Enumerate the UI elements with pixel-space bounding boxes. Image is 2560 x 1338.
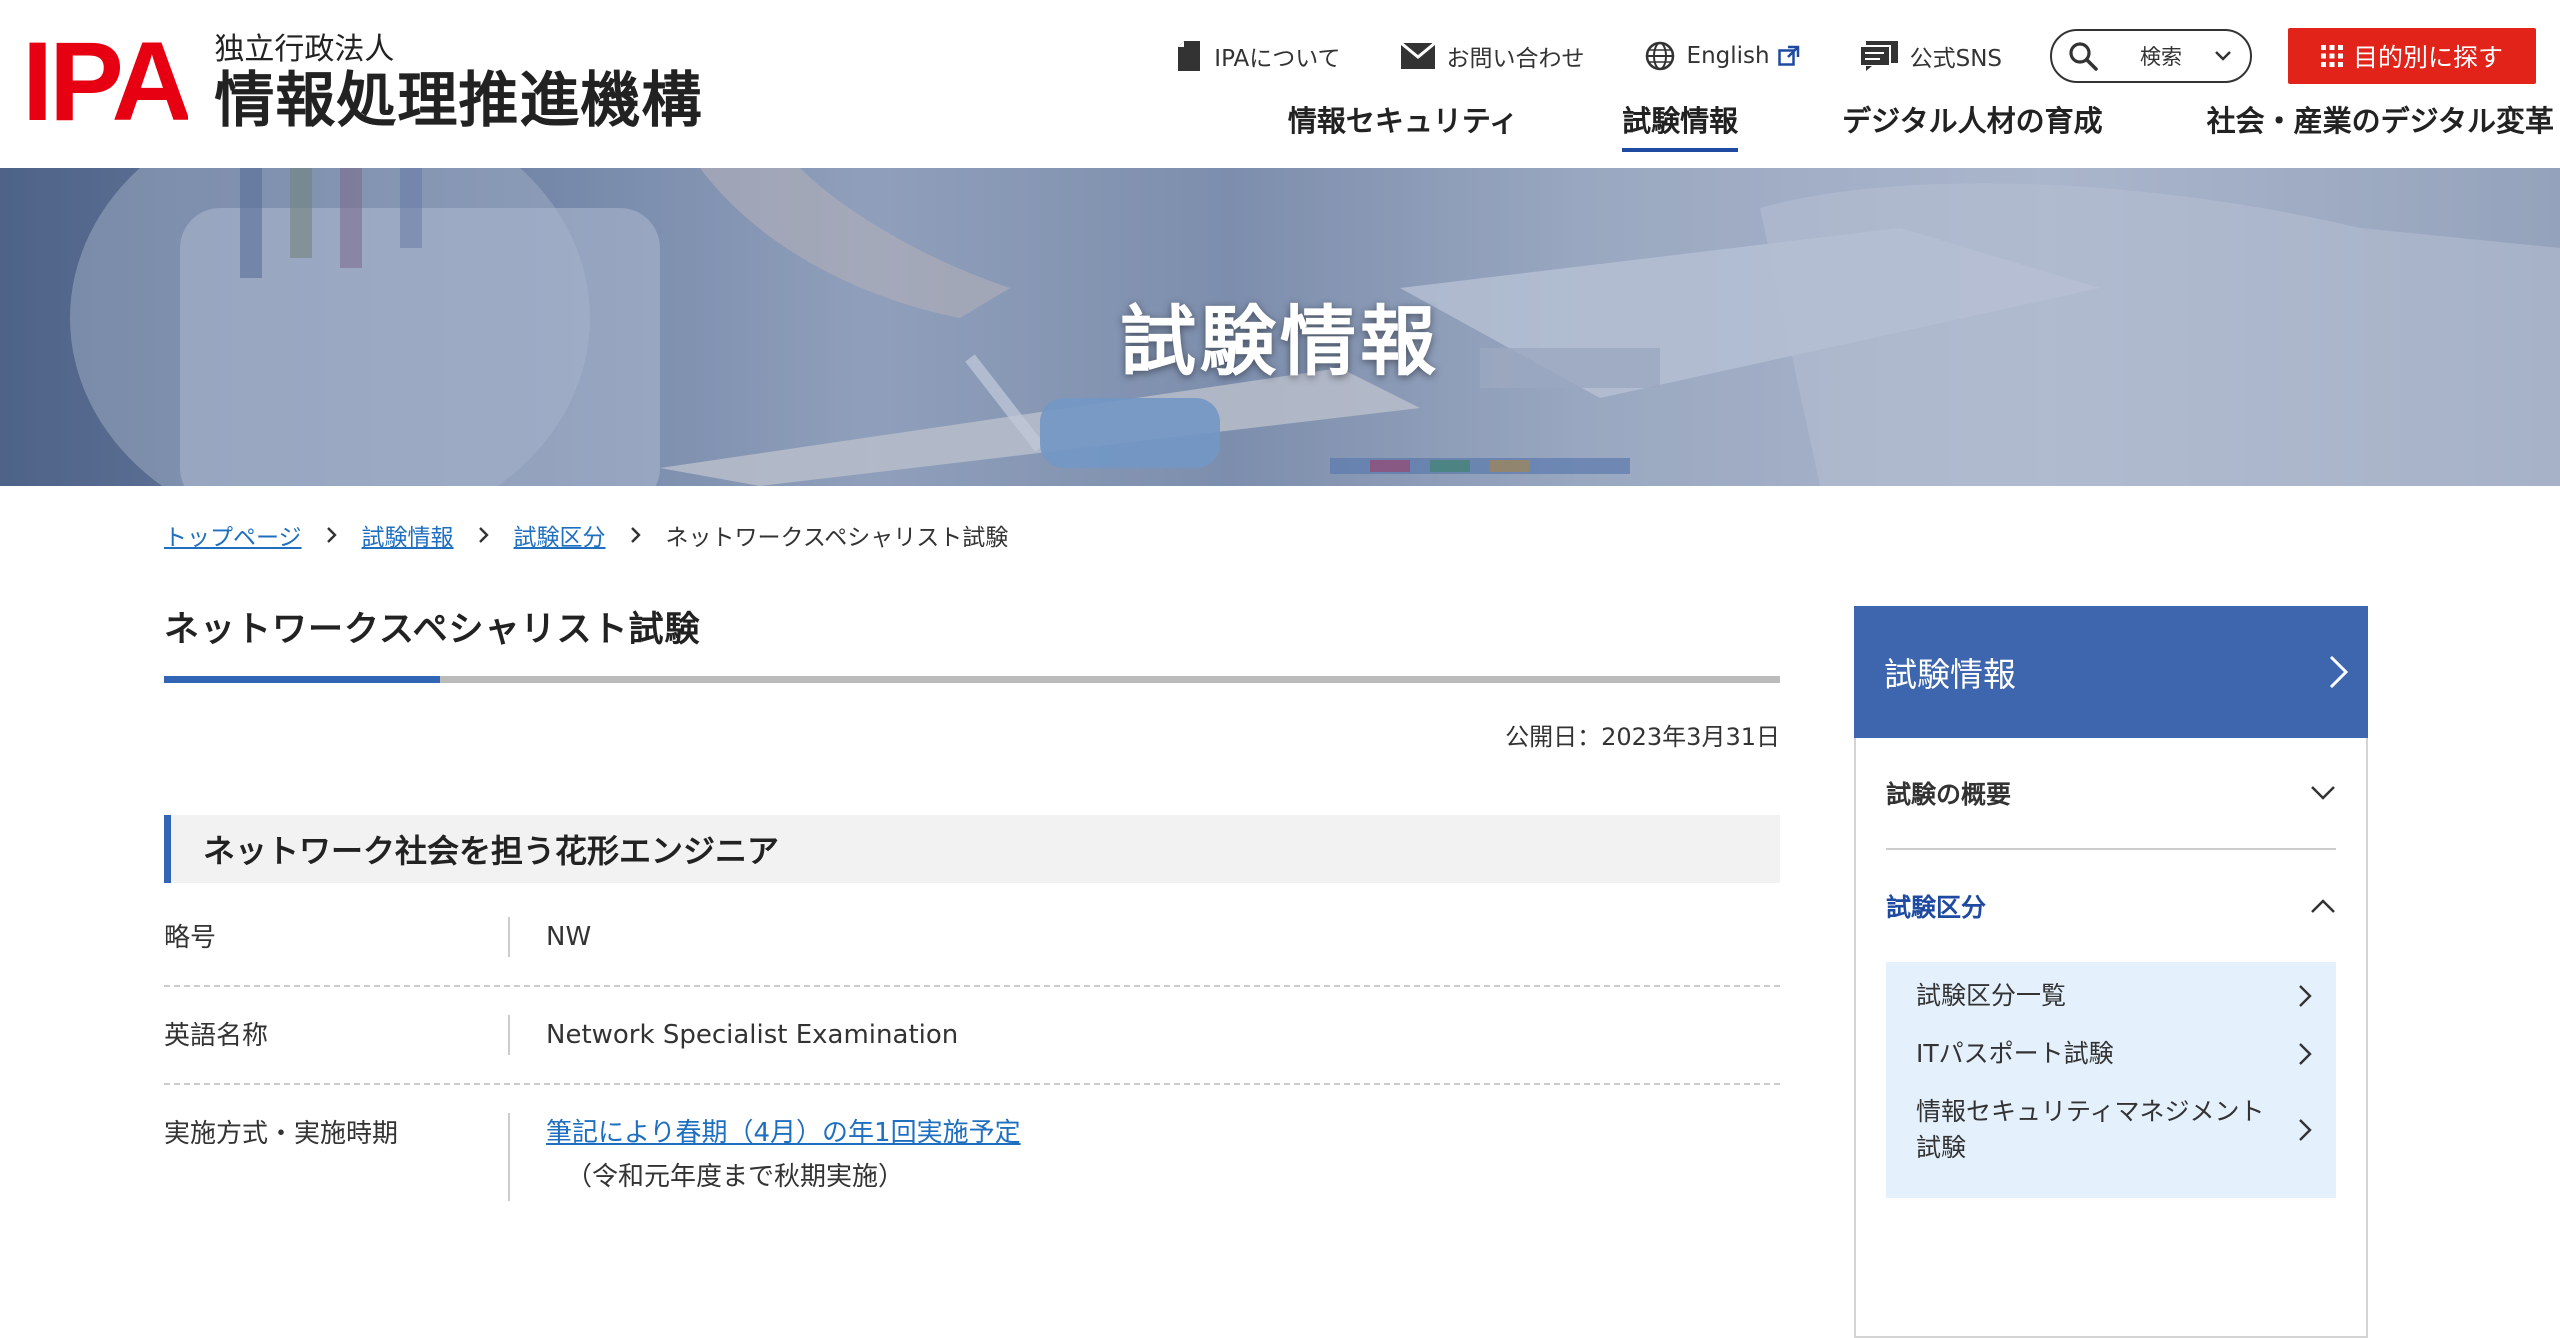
breadcrumb: トップページ 試験情報 試験区分 ネットワークスペシャリスト試験 xyxy=(164,518,1008,552)
main-content: ネットワークスペシャリスト試験 公開日：2023年3月31日 ネットワーク社会を… xyxy=(164,600,1780,1201)
sidebar-submenu: 試験区分一覧 ITパスポート試験 情報セキュリティマネジメント試験 xyxy=(1886,962,2336,1198)
chevron-right-icon xyxy=(326,526,338,544)
chevron-right-icon xyxy=(478,526,490,544)
util-link-label: IPAについて xyxy=(1214,46,1341,72)
sidebar-heading-link[interactable]: 試験情報 xyxy=(1854,606,2368,738)
chevron-down-icon xyxy=(2311,786,2335,800)
chevron-right-icon xyxy=(630,526,642,544)
breadcrumb-link-category[interactable]: 試験区分 xyxy=(514,518,606,552)
sidebar-item-security-management[interactable]: 情報セキュリティマネジメント試験 xyxy=(1886,1094,2336,1166)
document-icon xyxy=(1178,41,1201,71)
util-link-label: 公式SNS xyxy=(1909,46,2002,72)
sidebar-heading-label: 試験情報 xyxy=(1884,655,2016,694)
logo-title: 情報処理推進機構 xyxy=(214,66,703,136)
util-link-label: English xyxy=(1686,43,1770,69)
title-underline xyxy=(164,676,1780,683)
gnav-item-digital-transformation[interactable]: 社会・産業のデジタル変革 xyxy=(2207,98,2554,152)
logo-subtitle: 独立行政法人 xyxy=(214,32,395,67)
sidebar-item-label: ITパスポート試験 xyxy=(1916,1039,2114,1068)
sidebar-body: 試験の概要 試験区分 試験区分一覧 ITパスポート試験 情報セキュリティマネジメ… xyxy=(1854,738,2368,1338)
chevron-up-icon xyxy=(2311,899,2335,913)
gnav-item-digital-talent[interactable]: デジタル人材の育成 xyxy=(1842,98,2102,152)
util-link-english[interactable]: English xyxy=(1645,41,1800,71)
accordion-label: 試験区分 xyxy=(1886,893,1987,922)
search-label: 検索 xyxy=(2140,45,2182,69)
row-label: 英語名称 xyxy=(164,1021,269,1051)
logo-mark: IPA xyxy=(22,34,189,130)
gnav-item-security[interactable]: 情報セキュリティ xyxy=(1288,98,1518,152)
page-title: ネットワークスペシャリスト試験 xyxy=(164,610,701,650)
grid-icon xyxy=(2320,45,2343,67)
util-link-about[interactable]: IPAについて xyxy=(1176,39,1341,73)
external-link-icon xyxy=(1777,45,1799,66)
chevron-right-icon xyxy=(2299,1043,2312,1065)
util-link-label: お問い合わせ xyxy=(1446,46,1585,72)
sidebar-accordion-categories[interactable]: 試験区分 xyxy=(1886,850,2336,962)
site-header: IPA 独立行政法人 情報処理推進機構 IPAについて お問い合わせ Engli… xyxy=(0,0,2560,168)
sidebar-item-label: 情報セキュリティマネジメント試験 xyxy=(1916,1097,2265,1162)
table-row: 英語名称 Network Specialist Examination xyxy=(164,987,1780,1085)
sidebar-nav: 試験情報 試験の概要 試験区分 試験区分一覧 ITパスポート試験 情報セキュリテ… xyxy=(1854,606,2368,1338)
gnav-item-exam[interactable]: 試験情報 xyxy=(1622,98,1739,152)
util-link-contact[interactable]: お問い合わせ xyxy=(1400,39,1585,73)
breadcrumb-current: ネットワークスペシャリスト試験 xyxy=(665,525,1009,551)
mail-icon xyxy=(1400,43,1435,69)
sidebar-item-it-passport[interactable]: ITパスポート試験 xyxy=(1886,1036,2336,1072)
table-row: 略号 NW xyxy=(164,893,1780,987)
row-value: NW xyxy=(508,917,1780,957)
sidebar-accordion-overview[interactable]: 試験の概要 xyxy=(1886,738,2336,850)
row-label: 略号 xyxy=(164,923,217,953)
globe-icon xyxy=(1645,41,1674,71)
row-value: Network Specialist Examination xyxy=(508,1015,1780,1055)
accordion-label: 試験の概要 xyxy=(1886,780,2012,809)
table-row: 実施方式・実施時期 筆記により春期（4月）の年1回実施予定 （令和元年度まで秋期… xyxy=(164,1085,1780,1201)
sidebar-item-label: 試験区分一覧 xyxy=(1916,981,2067,1010)
hero-banner: 試験情報 xyxy=(0,168,2560,486)
chevron-right-icon xyxy=(2299,1119,2312,1141)
publish-date: 公開日：2023年3月31日 xyxy=(1505,723,1780,751)
global-nav: 情報セキュリティ 試験情報 デジタル人材の育成 社会・産業のデジタル変革 xyxy=(1288,98,2554,152)
schedule-link[interactable]: 筆記により春期（4月）の年1回実施予定 xyxy=(546,1118,1021,1148)
exam-info-table: 略号 NW 英語名称 Network Specialist Examinatio… xyxy=(164,893,1780,1201)
row-value: 筆記により春期（4月）の年1回実施予定 （令和元年度まで秋期実施） xyxy=(508,1113,1780,1201)
util-link-sns[interactable]: 公式SNS xyxy=(1859,39,2002,73)
schedule-note: （令和元年度まで秋期実施） xyxy=(566,1162,905,1192)
row-label: 実施方式・実施時期 xyxy=(164,1119,399,1149)
utility-nav: IPAについて お問い合わせ English 公式SNS 検索 目的別に探す xyxy=(1176,26,2536,86)
sns-icon xyxy=(1859,41,1898,71)
chevron-down-icon xyxy=(2215,51,2231,61)
sidebar-item-category-list[interactable]: 試験区分一覧 xyxy=(1886,978,2336,1014)
purpose-label: 目的別に探す xyxy=(2352,43,2503,72)
logo-text: 独立行政法人 情報処理推進機構 xyxy=(214,32,702,134)
search-icon xyxy=(2069,42,2098,71)
section-heading: ネットワーク社会を担う花形エンジニア xyxy=(164,815,1780,883)
hero-title: 試験情報 xyxy=(1120,297,1440,386)
search-button[interactable]: 検索 xyxy=(2050,29,2252,83)
breadcrumb-link-top[interactable]: トップページ xyxy=(164,518,302,552)
ipa-logo[interactable]: IPA 独立行政法人 情報処理推進機構 xyxy=(22,32,702,134)
purpose-search-button[interactable]: 目的別に探す xyxy=(2288,28,2536,84)
chevron-right-icon xyxy=(2299,985,2312,1007)
breadcrumb-link-exam[interactable]: 試験情報 xyxy=(362,518,454,552)
chevron-right-icon xyxy=(2329,655,2349,689)
